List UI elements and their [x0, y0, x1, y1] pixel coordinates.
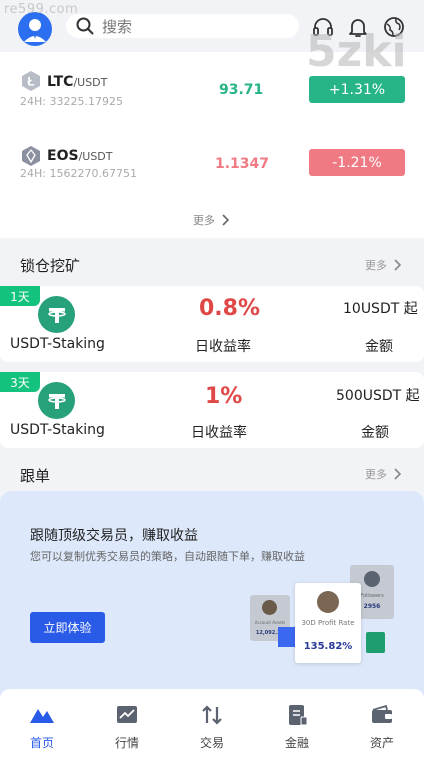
tab-label: 交易	[199, 736, 224, 750]
market-row-eos[interactable]: EOS/USDT 24H: 1562270.67751 1.1347 -1.21…	[0, 140, 424, 200]
eos-coin-icon	[22, 146, 40, 166]
avatar-icon[interactable]	[18, 12, 52, 46]
chevron-right-icon	[222, 214, 229, 226]
min-amount: 500USDT 起	[336, 388, 420, 404]
daily-rate-label: 日收益率	[191, 425, 247, 441]
coin-price: 1.1347	[215, 156, 270, 172]
more-label: 更多	[365, 468, 387, 481]
copy-trade-more-link[interactable]: 更多	[365, 466, 401, 482]
duration-badge: 3天	[0, 372, 40, 392]
staking-name: USDT-Staking	[10, 336, 105, 352]
tether-icon	[38, 296, 75, 333]
more-label: 更多	[365, 259, 387, 272]
tab-finance[interactable]: 金融	[255, 689, 339, 759]
tab-label: 行情	[114, 736, 139, 750]
tab-trade[interactable]: 交易	[170, 689, 254, 759]
coin-volume: 24H: 33225.17925	[20, 95, 123, 108]
change-badge[interactable]: -1.21%	[309, 149, 405, 176]
coin-symbol: EOS/USDT	[47, 148, 113, 164]
trader-illustration: Account Assets 12,092.33 Followers 2956 …	[245, 561, 405, 671]
finance-icon	[289, 705, 308, 726]
staking-item[interactable]: 1天 USDT-Staking 0.8% 日收益率 10USDT 起 金额	[0, 286, 424, 362]
decor-block-green	[366, 632, 385, 653]
amount-label: 金额	[365, 339, 393, 355]
tab-assets[interactable]: 资产	[340, 689, 424, 759]
tab-market[interactable]: 行情	[85, 689, 169, 759]
duration-badge: 1天	[0, 286, 40, 306]
tab-label: 资产	[369, 736, 394, 750]
search-icon	[76, 17, 94, 35]
section-title-copy-trade: 跟单	[20, 467, 51, 485]
copy-trade-headline: 跟随顶级交易员，赚取收益	[30, 528, 198, 544]
section-title-staking: 锁仓挖矿	[20, 257, 81, 275]
daily-rate: 1%	[205, 384, 243, 409]
trade-arrows-icon	[202, 705, 222, 725]
account-assets-label: Account Assets	[254, 620, 286, 625]
search-input[interactable]: 搜索	[66, 14, 299, 38]
staking-more-link[interactable]: 更多	[365, 257, 401, 273]
bottom-tab-bar: 首页 行情 交易 金融 资产	[0, 689, 424, 775]
amount-label: 金额	[361, 425, 389, 441]
tether-icon	[38, 382, 75, 419]
chevron-right-icon	[394, 259, 401, 271]
tab-home[interactable]: 首页	[0, 689, 84, 759]
change-badge[interactable]: +1.31%	[309, 76, 405, 103]
wallet-icon	[372, 704, 392, 723]
coin-volume: 24H: 1562270.67751	[20, 167, 137, 180]
watermark-brand: 5zki	[306, 26, 407, 77]
try-now-button[interactable]: 立即体验	[30, 612, 105, 643]
coin-symbol: LTC/USDT	[47, 74, 108, 90]
watermark-text: re599.com	[4, 2, 79, 17]
chevron-right-icon	[394, 468, 401, 480]
home-icon	[30, 709, 54, 723]
trader-avatar	[364, 571, 380, 587]
copy-trade-banner: 跟随顶级交易员，赚取收益 您可以复制优秀交易员的策略，自动跟随下单，赚取收益 立…	[0, 491, 424, 696]
trader-avatar	[262, 600, 277, 615]
profit-rate-label: 30D Profit Rate	[301, 619, 355, 627]
market-list: Ł LTC/USDT 24H: 33225.17925 93.71 +1.31%…	[0, 52, 424, 238]
ltc-coin-icon: Ł	[22, 71, 40, 91]
tab-label: 金融	[284, 736, 309, 750]
staking-name: USDT-Staking	[10, 422, 105, 438]
daily-rate-label: 日收益率	[195, 339, 251, 355]
coin-price: 93.71	[219, 82, 264, 98]
profit-rate-card: 30D Profit Rate 135.82%	[295, 583, 361, 663]
chart-icon	[117, 706, 137, 723]
trader-avatar	[317, 591, 339, 613]
min-amount: 10USDT 起	[343, 301, 418, 317]
svg-text:Ł: Ł	[27, 75, 34, 89]
search-placeholder: 搜索	[102, 17, 133, 36]
more-label: 更多	[193, 214, 215, 227]
staking-item[interactable]: 3天 USDT-Staking 1% 日收益率 500USDT 起 金额	[0, 372, 424, 448]
daily-rate: 0.8%	[199, 296, 261, 321]
tab-label: 首页	[29, 736, 54, 750]
market-more-link[interactable]: 更多	[193, 212, 229, 228]
profit-rate-value: 135.82%	[303, 641, 353, 652]
